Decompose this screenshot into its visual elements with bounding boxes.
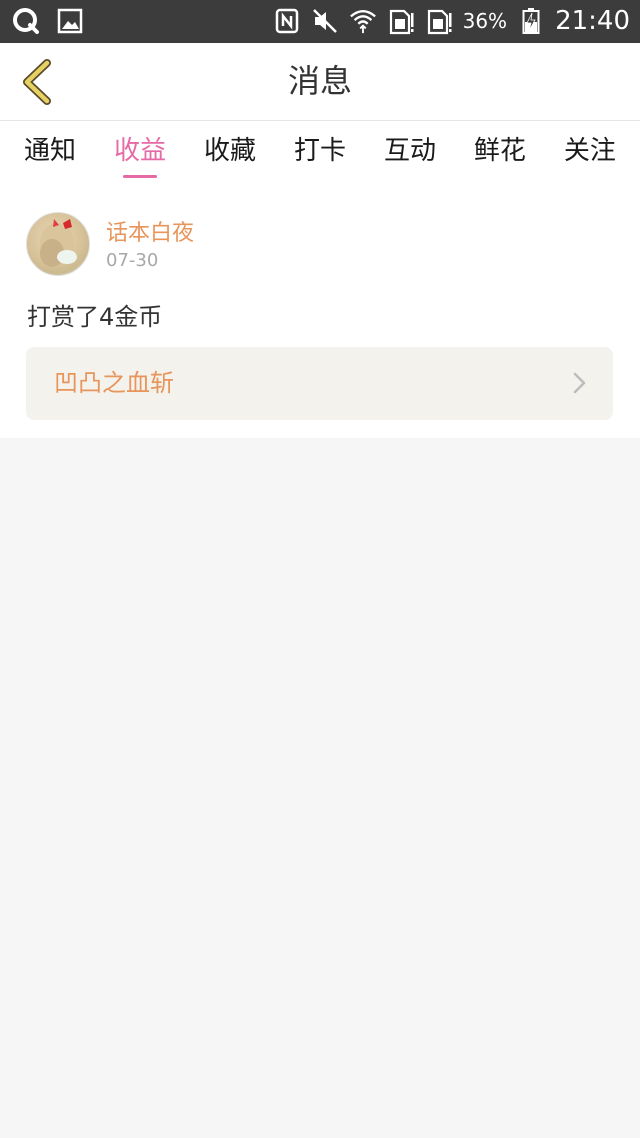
wifi-icon xyxy=(349,7,377,35)
message-text: 打赏了4金币 xyxy=(27,303,163,331)
sender-name[interactable]: 话本白夜 xyxy=(106,215,194,247)
back-button[interactable] xyxy=(14,57,58,107)
message-tabs: 通知 收益 收藏 打卡 互动 鲜花 关注 xyxy=(0,121,640,187)
page-title: 消息 xyxy=(287,62,352,100)
message-date: 07-30 xyxy=(106,250,159,271)
status-bar: 36% 21:40 xyxy=(0,0,640,43)
sim1-signal-icon xyxy=(387,7,415,35)
nfc-icon xyxy=(273,7,301,35)
tab-flowers[interactable]: 鲜花 xyxy=(474,121,526,187)
app-notification-icon xyxy=(12,7,40,35)
message-item: 话本白夜 07-30 打赏了4金币 凹凸之血斩 xyxy=(0,187,640,438)
avatar-image xyxy=(40,219,77,267)
active-tab-indicator xyxy=(122,175,157,178)
tab-following[interactable]: 关注 xyxy=(564,121,616,187)
sim2-signal-icon xyxy=(425,7,453,35)
avatar[interactable] xyxy=(26,212,90,276)
battery-charging-icon xyxy=(517,7,545,35)
tab-favorites[interactable]: 收藏 xyxy=(204,121,256,187)
tab-interactions[interactable]: 互动 xyxy=(384,121,436,187)
work-link[interactable]: 凹凸之血斩 xyxy=(26,347,613,420)
tab-notifications[interactable]: 通知 xyxy=(24,121,76,187)
tab-check-in[interactable]: 打卡 xyxy=(294,121,346,187)
back-arrow-icon xyxy=(23,59,51,105)
mute-icon xyxy=(311,7,339,35)
chevron-right-icon xyxy=(573,372,586,394)
battery-percentage: 36% xyxy=(462,9,508,33)
tab-earnings[interactable]: 收益 xyxy=(114,121,166,187)
header: 消息 xyxy=(0,43,640,121)
image-notification-icon xyxy=(56,7,84,35)
work-title: 凹凸之血斩 xyxy=(54,369,174,397)
clock: 21:40 xyxy=(555,6,630,36)
